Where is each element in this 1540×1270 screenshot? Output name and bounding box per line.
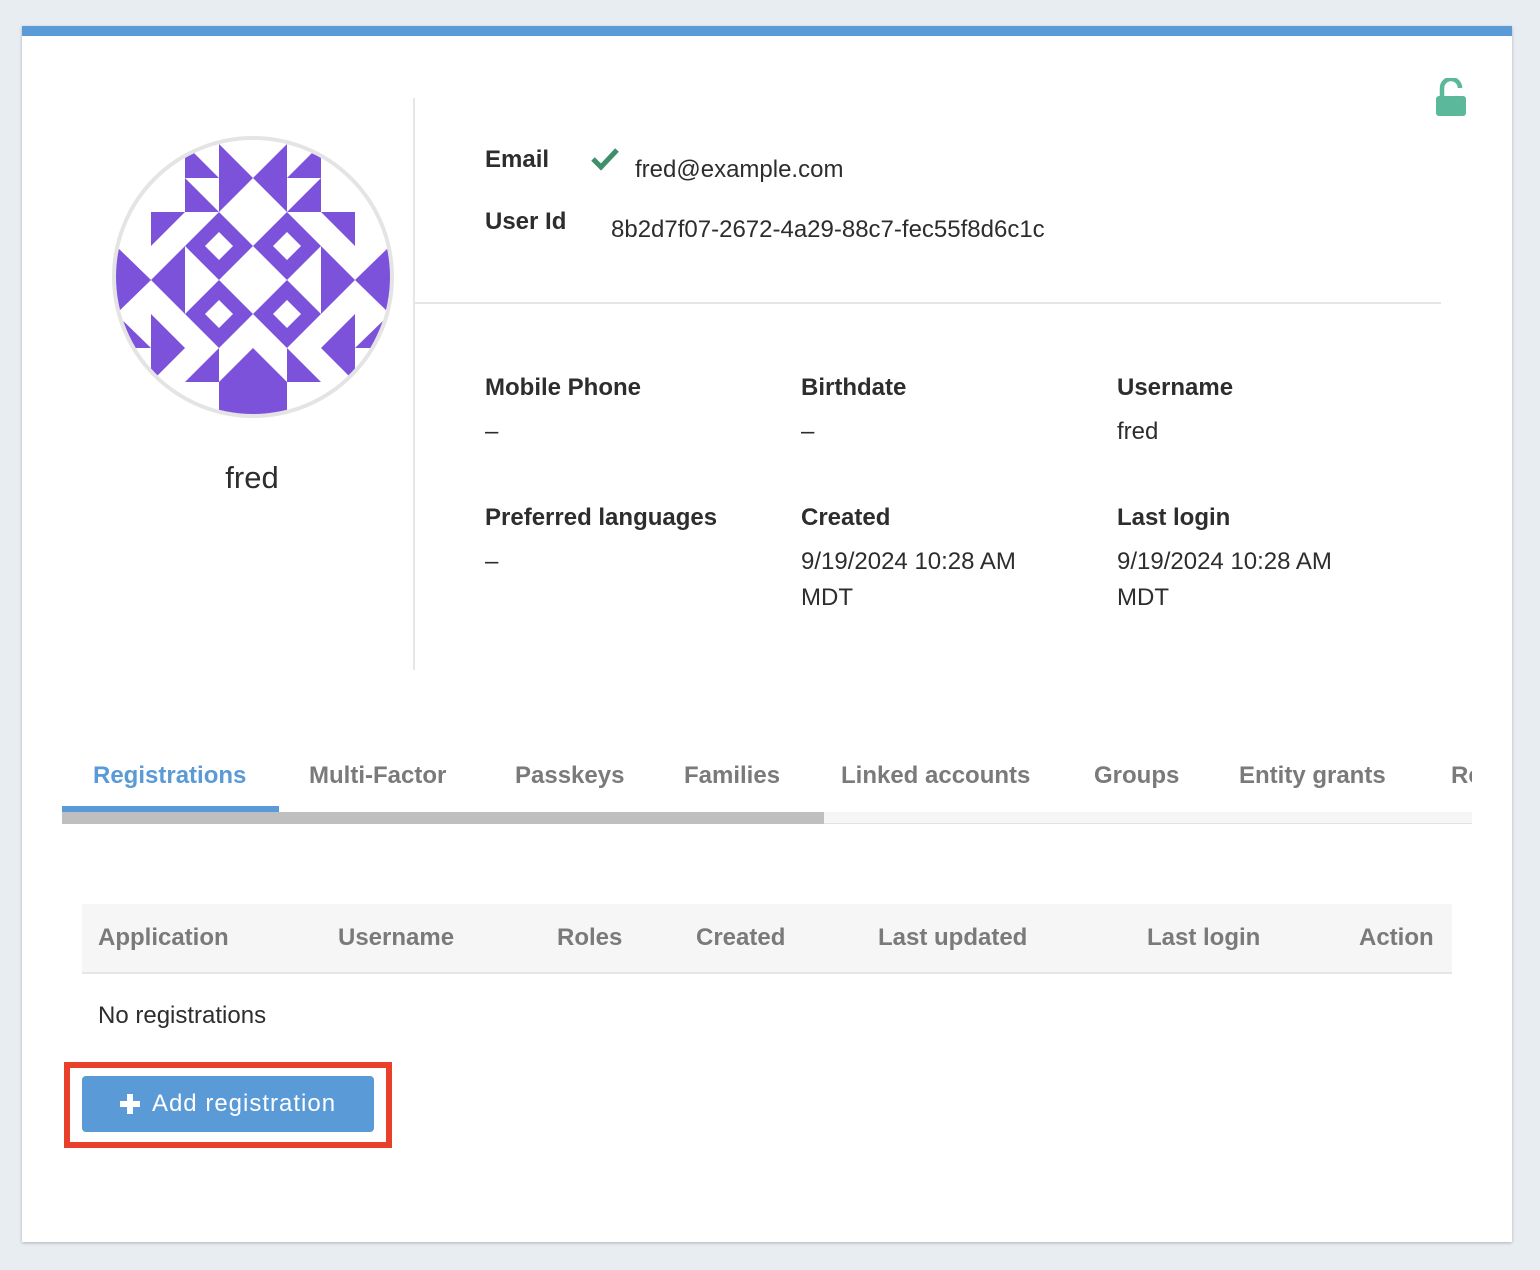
username-value: fred [1117, 418, 1159, 445]
preferred-languages-label: Preferred languages [485, 504, 718, 531]
column-header-last-login[interactable]: Last login [1147, 924, 1260, 952]
tab-linked-accounts[interactable]: Linked accounts [841, 762, 1030, 790]
horizontal-divider [415, 302, 1441, 304]
email-label: Email [485, 146, 550, 173]
mobile-phone-label: Mobile Phone [485, 374, 641, 401]
last-login-value: 9/19/2024 10:28 AM MDT [1117, 548, 1332, 611]
email-value: fred@example.com [635, 156, 844, 183]
column-header-roles[interactable]: Roles [557, 924, 622, 952]
add-registration-label: Add registration [151, 1090, 337, 1117]
column-header-application[interactable]: Application [98, 924, 229, 952]
avatar-identicon [116, 140, 390, 414]
check-icon [591, 148, 619, 171]
tab-truncated[interactable]: Re [1451, 762, 1472, 790]
created-label: Created [801, 504, 891, 531]
tab-entity-grants[interactable]: Entity grants [1239, 762, 1386, 790]
registrations-table-header: Application Username Roles Created Last … [82, 904, 1452, 974]
column-header-last-updated[interactable]: Last updated [878, 924, 1027, 952]
tab-scrollbar-thumb[interactable] [62, 812, 824, 824]
unlock-icon[interactable] [1434, 78, 1468, 118]
mobile-phone-value: – [485, 418, 499, 445]
birthdate-label: Birthdate [801, 374, 907, 401]
tab-families[interactable]: Families [684, 762, 780, 790]
column-header-created[interactable]: Created [696, 924, 785, 952]
birthdate-value: – [801, 418, 815, 445]
tab-passkeys[interactable]: Passkeys [515, 762, 624, 790]
username-label: Username [1117, 374, 1234, 401]
user-profile-card: fred Email fred@example.com User Id 8b2d… [22, 26, 1512, 1242]
tab-multi-factor[interactable]: Multi-Factor [309, 762, 446, 790]
user-display-name: fred [225, 460, 279, 495]
last-login-label: Last login [1117, 504, 1231, 531]
user-id-value: 8b2d7f07-2672-4a29-88c7-fec55f8d6c1c [611, 216, 1045, 243]
created-value: 9/19/2024 10:28 AM MDT [801, 548, 1016, 611]
user-id-label: User Id [485, 208, 567, 235]
avatar [112, 136, 394, 418]
preferred-languages-value: – [485, 548, 499, 575]
plus-icon [119, 1094, 140, 1114]
column-header-action: Action [1359, 924, 1434, 951]
empty-table-message: No registrations [98, 1002, 267, 1029]
add-registration-button[interactable]: Add registration [82, 1076, 374, 1132]
vertical-divider [413, 98, 415, 670]
tab-registrations[interactable]: Registrations [93, 762, 246, 790]
column-header-username[interactable]: Username [338, 924, 454, 952]
tab-groups[interactable]: Groups [1094, 762, 1179, 790]
